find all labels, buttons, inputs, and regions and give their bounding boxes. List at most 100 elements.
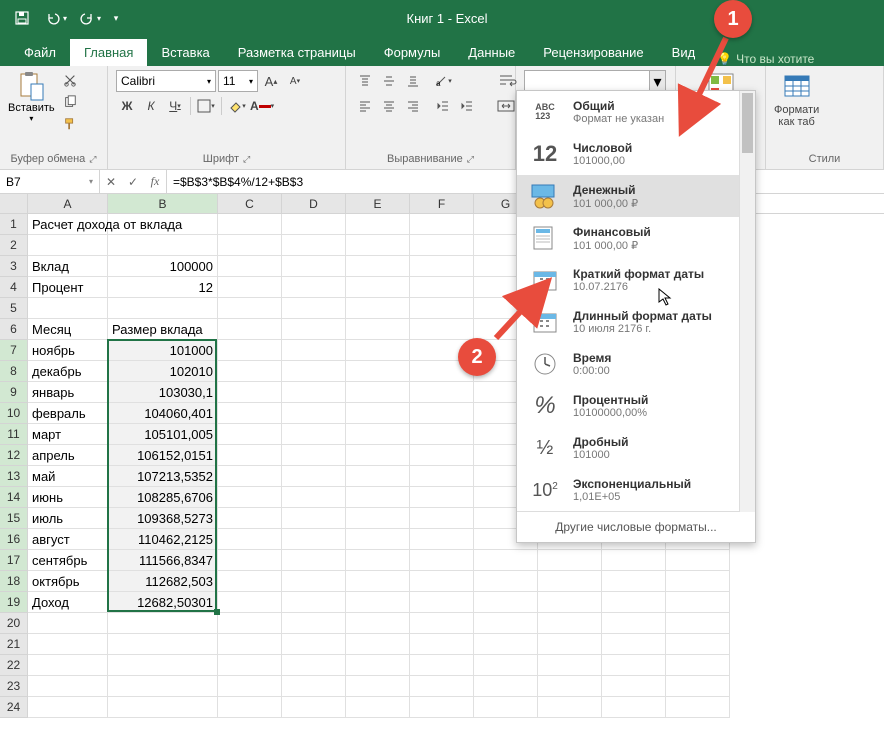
copy-button[interactable] <box>59 92 81 112</box>
dropdown-scrollbar[interactable] <box>739 91 755 512</box>
cell-A2[interactable] <box>28 235 108 256</box>
fill-color-button[interactable]: ▾ <box>226 95 248 117</box>
cell-A19[interactable]: Доход <box>28 592 108 613</box>
row-header-10[interactable]: 10 <box>0 403 28 424</box>
cell-A3[interactable]: Вклад <box>28 256 108 277</box>
cell-I20[interactable] <box>602 613 666 634</box>
cell-E8[interactable] <box>346 361 410 382</box>
row-header-7[interactable]: 7 <box>0 340 28 361</box>
undo-button[interactable]: ▾ <box>40 4 72 32</box>
cell-B12[interactable]: 106152,0151 <box>108 445 218 466</box>
decrease-font-button[interactable]: A▾ <box>284 70 306 92</box>
cell-D17[interactable] <box>282 550 346 571</box>
tell-me[interactable]: 💡 Что вы хотите <box>717 52 814 66</box>
cell-F17[interactable] <box>410 550 474 571</box>
cell-B18[interactable]: 112682,503 <box>108 571 218 592</box>
cell-E14[interactable] <box>346 487 410 508</box>
col-header-D[interactable]: D <box>282 194 346 213</box>
underline-button[interactable]: Ч▾ <box>164 95 186 117</box>
cell-F3[interactable] <box>410 256 474 277</box>
more-number-formats[interactable]: Другие числовые форматы... <box>517 511 755 542</box>
cell-F19[interactable] <box>410 592 474 613</box>
cell-J21[interactable] <box>666 634 730 655</box>
cell-C4[interactable] <box>218 277 282 298</box>
col-header-E[interactable]: E <box>346 194 410 213</box>
border-button[interactable]: ▾ <box>195 95 217 117</box>
cell-B2[interactable] <box>108 235 218 256</box>
row-header-21[interactable]: 21 <box>0 634 28 655</box>
cell-J19[interactable] <box>666 592 730 613</box>
tab-file[interactable]: Файл <box>10 39 70 66</box>
cell-G22[interactable] <box>474 655 538 676</box>
cut-button[interactable] <box>59 70 81 90</box>
cell-A13[interactable]: май <box>28 466 108 487</box>
align-middle-button[interactable] <box>378 70 400 92</box>
cell-F1[interactable] <box>410 214 474 235</box>
cell-E22[interactable] <box>346 655 410 676</box>
cell-D6[interactable] <box>282 319 346 340</box>
cell-B21[interactable] <box>108 634 218 655</box>
cell-D13[interactable] <box>282 466 346 487</box>
cell-F4[interactable] <box>410 277 474 298</box>
cell-C1[interactable] <box>218 214 282 235</box>
cell-B5[interactable] <box>108 298 218 319</box>
cell-G17[interactable] <box>474 550 538 571</box>
row-header-20[interactable]: 20 <box>0 613 28 634</box>
cell-C10[interactable] <box>218 403 282 424</box>
tab-insert[interactable]: Вставка <box>147 39 223 66</box>
cell-B19[interactable]: 12682,50301 <box>108 592 218 613</box>
cell-C19[interactable] <box>218 592 282 613</box>
cell-C13[interactable] <box>218 466 282 487</box>
cell-E24[interactable] <box>346 697 410 718</box>
cell-F16[interactable] <box>410 529 474 550</box>
cell-E2[interactable] <box>346 235 410 256</box>
row-header-13[interactable]: 13 <box>0 466 28 487</box>
cell-I18[interactable] <box>602 571 666 592</box>
cell-A22[interactable] <box>28 655 108 676</box>
format-option-3[interactable]: Финансовый101 000,00 ₽ <box>517 217 755 259</box>
row-header-19[interactable]: 19 <box>0 592 28 613</box>
format-option-8[interactable]: ½Дробный101000 <box>517 427 755 469</box>
cell-I19[interactable] <box>602 592 666 613</box>
cell-A20[interactable] <box>28 613 108 634</box>
cell-D19[interactable] <box>282 592 346 613</box>
cell-F18[interactable] <box>410 571 474 592</box>
cell-B16[interactable]: 110462,2125 <box>108 529 218 550</box>
cell-E4[interactable] <box>346 277 410 298</box>
row-header-4[interactable]: 4 <box>0 277 28 298</box>
cell-D2[interactable] <box>282 235 346 256</box>
cell-F14[interactable] <box>410 487 474 508</box>
row-header-8[interactable]: 8 <box>0 361 28 382</box>
cell-D23[interactable] <box>282 676 346 697</box>
row-header-14[interactable]: 14 <box>0 487 28 508</box>
cell-E7[interactable] <box>346 340 410 361</box>
row-header-6[interactable]: 6 <box>0 319 28 340</box>
clipboard-dialog-launcher[interactable]: ⤢ <box>89 154 96 165</box>
cell-B8[interactable]: 102010 <box>108 361 218 382</box>
qat-customize[interactable]: ▾ <box>108 4 124 32</box>
cell-F12[interactable] <box>410 445 474 466</box>
tab-review[interactable]: Рецензирование <box>529 39 657 66</box>
cell-A11[interactable]: март <box>28 424 108 445</box>
paste-button[interactable]: Вставить ▾ <box>8 70 55 123</box>
format-option-6[interactable]: Время0:00:00 <box>517 343 755 385</box>
cell-C6[interactable] <box>218 319 282 340</box>
cell-H22[interactable] <box>538 655 602 676</box>
cell-C9[interactable] <box>218 382 282 403</box>
cell-C15[interactable] <box>218 508 282 529</box>
cell-E13[interactable] <box>346 466 410 487</box>
cell-B7[interactable]: 101000 <box>108 340 218 361</box>
align-right-button[interactable] <box>402 95 424 117</box>
cell-J18[interactable] <box>666 571 730 592</box>
cell-C8[interactable] <box>218 361 282 382</box>
cell-B20[interactable] <box>108 613 218 634</box>
cell-B14[interactable]: 108285,6706 <box>108 487 218 508</box>
cell-F9[interactable] <box>410 382 474 403</box>
cell-J24[interactable] <box>666 697 730 718</box>
cell-I21[interactable] <box>602 634 666 655</box>
cell-E17[interactable] <box>346 550 410 571</box>
cell-A24[interactable] <box>28 697 108 718</box>
cell-C24[interactable] <box>218 697 282 718</box>
cell-E15[interactable] <box>346 508 410 529</box>
cell-C7[interactable] <box>218 340 282 361</box>
